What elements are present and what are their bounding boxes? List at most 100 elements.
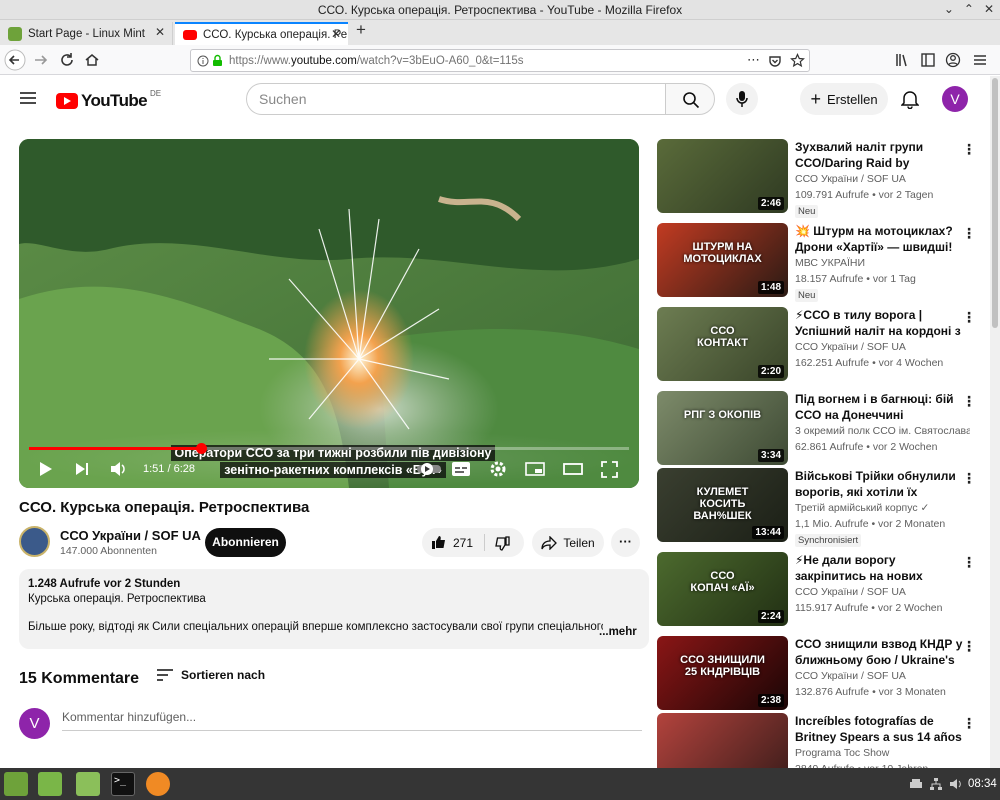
recommended-video[interactable]: 2:46 Зухвалий наліт групи ССО/Daring Raid… <box>657 139 987 219</box>
more-options-icon[interactable]: ⋮ <box>962 141 976 158</box>
theater-mode-icon[interactable] <box>563 462 583 476</box>
video-thumbnail[interactable]: РПГ З ОКОПІВ 3:34 <box>657 391 788 465</box>
show-more-link[interactable]: ...mehr <box>599 626 637 638</box>
terminal-icon[interactable]: >_ <box>111 772 135 796</box>
more-actions-button[interactable]: ··· <box>611 528 640 557</box>
channel-name[interactable]: ССО України / SOF UA <box>795 670 970 682</box>
more-options-icon[interactable]: ⋮ <box>962 470 976 487</box>
channel-avatar[interactable] <box>19 526 50 557</box>
recommended-video[interactable]: КУЛЕМЕТ КОСИТЬ ВАН%ШЕК 13:44 Військові Трі… <box>657 468 987 548</box>
view-meta: 132.876 Aufrufe • vor 3 Monaten <box>795 686 946 698</box>
search-input[interactable]: Suchen <box>246 83 666 115</box>
progress-bar[interactable] <box>29 443 629 454</box>
bookmark-star-icon[interactable] <box>790 53 805 68</box>
subscribe-button[interactable]: Abonnieren <box>205 528 286 557</box>
like-button[interactable]: 271 <box>422 528 484 557</box>
more-options-icon[interactable]: ⋮ <box>962 225 976 242</box>
more-options-icon[interactable]: ⋮ <box>962 554 976 571</box>
video-thumbnail[interactable]: ССО КОНТАКТ 2:20 <box>657 307 788 381</box>
maximize-icon[interactable]: ⌃ <box>964 2 974 16</box>
settings-gear-icon[interactable] <box>489 460 507 478</box>
more-options-icon[interactable]: ⋮ <box>962 309 976 326</box>
sidebar-icon[interactable] <box>920 52 936 68</box>
more-options-icon[interactable]: ⋮ <box>962 638 976 655</box>
close-tab-icon[interactable]: ✕ <box>155 25 165 39</box>
video-badge: Synchronisiert <box>795 534 862 547</box>
description-box[interactable]: 1.248 Aufrufe vor 2 Stunden Курська опер… <box>19 569 649 649</box>
guide-menu-icon[interactable] <box>20 91 36 105</box>
home-icon[interactable] <box>84 52 100 68</box>
description-body: Більше року, відтоді як Сили спеціальних… <box>28 621 603 633</box>
network-icon[interactable] <box>929 777 943 791</box>
video-thumbnail[interactable]: ШТУРМ НА МОТОЦИКЛАХ 1:48 <box>657 223 788 297</box>
video-player[interactable]: Оператори ССО за три тижні розбили пів д… <box>19 139 639 488</box>
url-text: https://www.youtube.com/watch?v=3bEuO-A6… <box>229 54 524 67</box>
info-icon[interactable] <box>197 55 209 67</box>
video-thumbnail[interactable]: ССО КОПАЧ «АЇ» 2:24 <box>657 552 788 626</box>
forward-icon[interactable] <box>33 52 49 68</box>
recommended-video[interactable]: ССО ЗНИЩИЛИ 25 КНДРІВЦІВ 2:38 ССО знищили … <box>657 636 987 716</box>
more-options-icon[interactable]: ⋮ <box>962 715 976 732</box>
more-options-icon[interactable]: ⋮ <box>962 393 976 410</box>
pocket-icon[interactable] <box>768 54 782 68</box>
new-tab-icon[interactable]: + <box>356 20 366 40</box>
account-avatar[interactable]: V <box>942 86 968 112</box>
tab-youtube[interactable]: ССО. Курська операція. Ре ✕ <box>175 22 348 45</box>
channel-name[interactable]: МВС УКРАЇНИ <box>795 257 970 269</box>
channel-name[interactable]: ССО України / SOF UA <box>795 341 970 353</box>
youtube-logo[interactable]: YouTube DE <box>56 89 161 111</box>
menu-icon[interactable] <box>972 52 988 68</box>
channel-name[interactable]: ССО України / SOF UA <box>795 173 970 185</box>
next-icon[interactable] <box>75 462 89 476</box>
scrollbar-thumb[interactable] <box>992 78 998 328</box>
video-thumbnail[interactable]: 2:46 <box>657 139 788 213</box>
logo-text: YouTube <box>81 91 148 110</box>
printer-icon[interactable] <box>909 778 923 790</box>
miniplayer-icon[interactable] <box>525 462 545 476</box>
page-actions-icon[interactable]: ⋯ <box>747 52 760 68</box>
firefox-icon[interactable] <box>146 772 170 796</box>
mint-menu-icon[interactable] <box>4 772 28 796</box>
channel-name[interactable]: ССО України / SOF UA <box>60 528 201 543</box>
scrubber-handle[interactable] <box>195 443 207 454</box>
recommended-video[interactable]: РПГ З ОКОПІВ 3:34 Під вогнем і в багнюці: … <box>657 391 987 471</box>
video-thumbnail[interactable]: ССО ЗНИЩИЛИ 25 КНДРІВЦІВ 2:38 <box>657 636 788 710</box>
view-meta: 162.251 Aufrufe • vor 4 Wochen <box>795 357 944 369</box>
autoplay-toggle-icon[interactable] <box>417 462 441 476</box>
notifications-bell-icon[interactable] <box>901 89 919 109</box>
add-comment-input[interactable]: Kommentar hinzufügen... <box>62 710 642 731</box>
sort-comments-button[interactable]: Sortieren nach <box>157 668 265 682</box>
recommended-video[interactable]: ШТУРМ НА МОТОЦИКЛАХ 1:48 💥 Штурм на мотоци… <box>657 223 987 303</box>
library-icon[interactable] <box>894 52 910 68</box>
files-icon[interactable] <box>76 772 100 796</box>
dislike-button[interactable] <box>485 528 524 557</box>
channel-name[interactable]: Programa Toc Show <box>795 747 970 759</box>
sort-icon <box>157 669 173 681</box>
close-window-icon[interactable]: ✕ <box>984 2 994 16</box>
channel-name[interactable]: ССО України / SOF UA <box>795 586 970 598</box>
share-button[interactable]: Teilen <box>532 528 604 557</box>
create-button[interactable]: + Erstellen <box>800 83 888 115</box>
url-bar[interactable]: https://www.youtube.com/watch?v=3bEuO-A6… <box>190 49 810 72</box>
recommended-video[interactable]: ССО КОПАЧ «АЇ» 2:24 ⚡Не дали ворогу закріп… <box>657 552 987 632</box>
volume-tray-icon[interactable] <box>949 777 963 791</box>
page-scrollbar[interactable] <box>990 76 1000 768</box>
close-tab-icon[interactable]: ✕ <box>331 27 341 41</box>
play-icon[interactable] <box>39 461 53 477</box>
subtitles-icon[interactable] <box>451 461 471 477</box>
video-duration: 3:34 <box>757 449 784 462</box>
voice-search-button[interactable] <box>726 83 758 115</box>
show-desktop-icon[interactable] <box>38 772 62 796</box>
search-button[interactable] <box>665 83 715 115</box>
recommended-video[interactable]: ССО КОНТАКТ 2:20 ⚡ССО в тилу ворога | Успі… <box>657 307 987 387</box>
account-icon[interactable] <box>945 52 961 68</box>
tab-start-page[interactable]: Start Page - Linux Mint ✕ <box>0 22 173 45</box>
minimize-icon[interactable]: ⌄ <box>944 2 954 16</box>
channel-name[interactable]: Третій армійський корпус ✓ <box>795 502 970 514</box>
back-icon[interactable] <box>4 49 26 71</box>
fullscreen-icon[interactable] <box>601 461 618 478</box>
volume-icon[interactable] <box>110 461 128 477</box>
video-thumbnail[interactable]: КУЛЕМЕТ КОСИТЬ ВАН%ШЕК 13:44 <box>657 468 788 542</box>
channel-name[interactable]: 3 окремий полк ССО ім. Святослава Х… <box>795 425 970 437</box>
reload-icon[interactable] <box>59 52 75 68</box>
